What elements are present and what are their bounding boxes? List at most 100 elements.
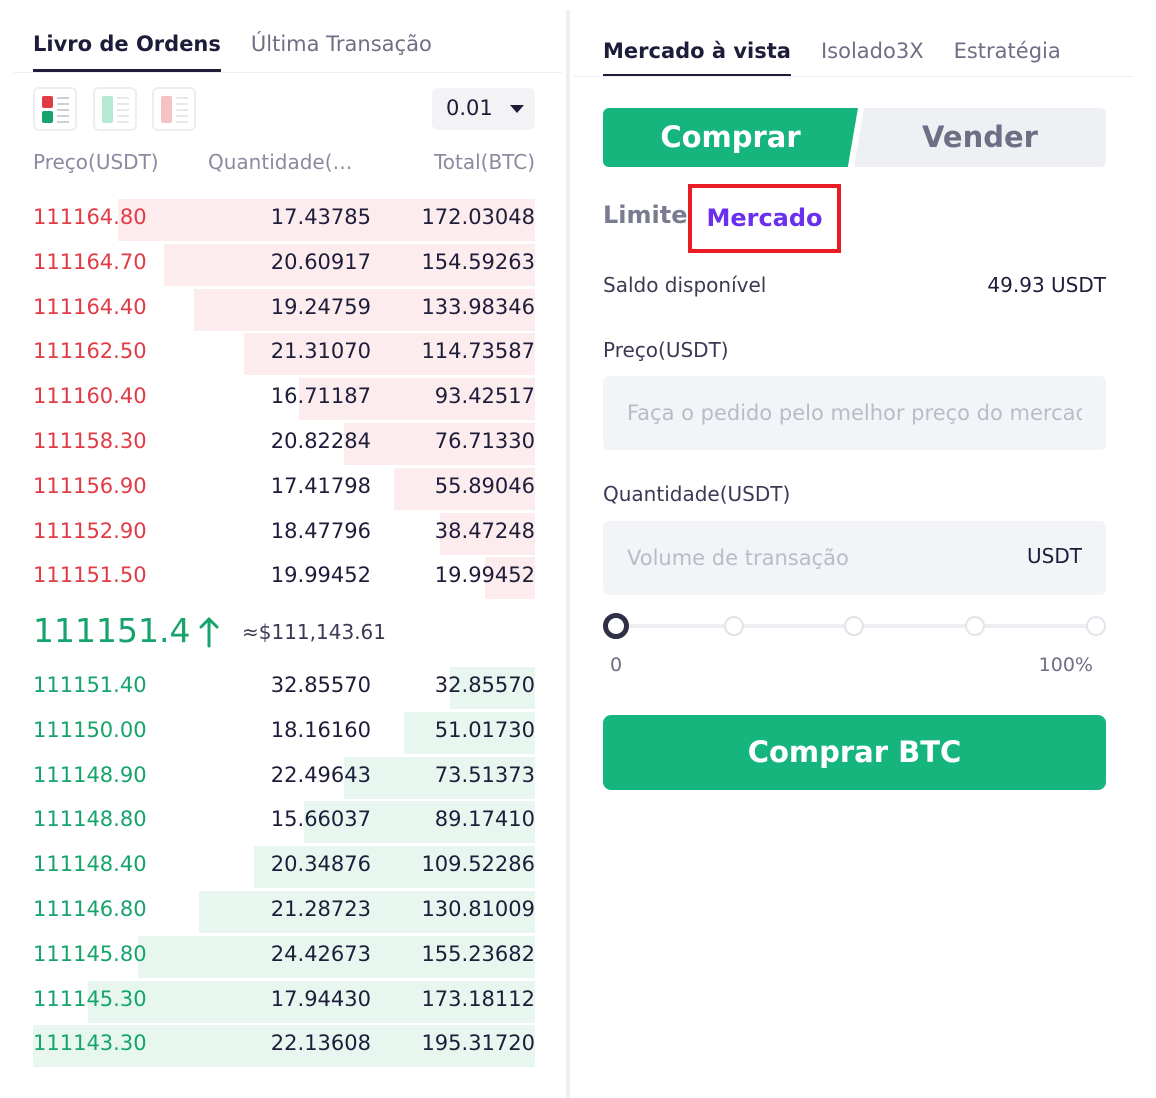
view-both-icon: [42, 96, 53, 108]
ask-price: 111164.70: [33, 249, 147, 274]
slider-min-label: 0: [610, 654, 623, 676]
bid-row[interactable]: 111148.90 22.49643 73.51373: [0, 756, 555, 801]
bid-price: 111148.40: [33, 852, 147, 877]
last-price: 111151.4: [33, 611, 191, 650]
bid-quantity: 18.16160: [270, 717, 371, 742]
bid-total: 173.18112: [421, 986, 535, 1011]
arrow-up-icon: [199, 617, 219, 648]
slider-node-75[interactable]: [965, 616, 985, 636]
bid-row[interactable]: 111148.80 15.66037 89.17410: [0, 800, 555, 845]
trade-tabs-divider: [573, 76, 1133, 77]
bid-row[interactable]: 111145.30 17.94430 173.18112: [0, 980, 555, 1025]
trade-panel: Mercado à vista Isolado3X Estratégia Com…: [570, 0, 1156, 1098]
bid-quantity: 24.42673: [270, 941, 371, 966]
ask-total: 38.47248: [434, 518, 535, 543]
ask-price: 111158.30: [33, 429, 147, 453]
order-type-limit[interactable]: Limite: [603, 201, 688, 229]
ask-total: 172.03048: [421, 205, 535, 229]
order-book-tabs: Livro de Ordens Última Transação: [33, 30, 432, 72]
tab-order-book[interactable]: Livro de Ordens: [33, 30, 221, 72]
ask-quantity: 16.71187: [270, 384, 371, 409]
tab-last-trades[interactable]: Última Transação: [251, 30, 432, 72]
bid-row[interactable]: 111151.40 32.85570 32.85570: [0, 666, 555, 711]
view-asks-button[interactable]: [152, 87, 196, 131]
ask-row[interactable]: 111164.80 17.43785 172.03048: [0, 198, 555, 243]
order-book-tabs-divider: [14, 72, 562, 73]
view-asks-icon: [161, 96, 172, 123]
bid-quantity: 20.34876: [270, 852, 371, 877]
ask-price: 111156.90: [33, 473, 147, 498]
ask-total: 55.89046: [434, 473, 535, 498]
amount-slider[interactable]: [603, 612, 1106, 640]
ask-row[interactable]: 111160.40 16.71187 93.42517: [0, 377, 555, 422]
tab-strategy[interactable]: Estratégia: [954, 37, 1061, 77]
quantity-label: Quantidade(USDT): [603, 482, 791, 506]
slider-max-label: 100%: [1038, 654, 1093, 676]
bid-total: 32.85570: [434, 673, 535, 697]
order-book-panel: Livro de Ordens Última Transação 0.01 Pr…: [0, 0, 562, 1098]
ask-row[interactable]: 111156.90 17.41798 55.89046: [0, 467, 555, 512]
balance-value: 49.93 USDT: [987, 273, 1106, 297]
bid-price: 111145.80: [33, 941, 147, 966]
bid-row[interactable]: 111150.00 18.16160 51.01730: [0, 711, 555, 756]
column-header-total: Total(BTC): [433, 150, 535, 174]
order-type-market[interactable]: Mercado: [688, 184, 841, 253]
bid-price: 111146.80: [33, 897, 147, 921]
tab-spot[interactable]: Mercado à vista: [603, 37, 791, 77]
precision-value: 0.01: [446, 96, 493, 120]
bid-quantity: 17.94430: [270, 986, 371, 1011]
quantity-field-box: USDT: [603, 521, 1106, 595]
column-header-quantity: Quantidade(…: [208, 150, 353, 174]
price-label: Preço(USDT): [603, 338, 729, 362]
precision-select[interactable]: 0.01: [432, 88, 535, 130]
bid-total: 155.23682: [421, 941, 535, 966]
bid-total: 109.52286: [421, 852, 535, 877]
view-bids-icon: [102, 96, 113, 123]
ask-price: 111151.50: [33, 563, 147, 588]
slider-node-25[interactable]: [724, 616, 744, 636]
column-header-price: Preço(USDT): [33, 150, 159, 174]
bid-price: 111150.00: [33, 717, 147, 742]
price-input[interactable]: [603, 376, 1106, 450]
ask-row[interactable]: 111164.40 19.24759 133.98346: [0, 288, 555, 333]
ask-row[interactable]: 111152.90 18.47796 38.47248: [0, 512, 555, 557]
ask-total: 19.99452: [434, 563, 535, 588]
bid-quantity: 21.28723: [270, 897, 371, 921]
bid-total: 51.01730: [434, 717, 535, 742]
ask-total: 114.73587: [421, 339, 535, 364]
ask-row[interactable]: 111164.70 20.60917 154.59263: [0, 243, 555, 288]
bid-row[interactable]: 111145.80 24.42673 155.23682: [0, 935, 555, 980]
ask-quantity: 19.99452: [270, 563, 371, 588]
balance-label: Saldo disponível: [603, 273, 767, 297]
ask-row[interactable]: 111151.50 19.99452 19.99452: [0, 556, 555, 601]
bid-quantity: 15.66037: [270, 807, 371, 832]
bid-row[interactable]: 111148.40 20.34876 109.52286: [0, 845, 555, 890]
view-both-button[interactable]: [33, 87, 77, 131]
bid-total: 73.51373: [434, 762, 535, 787]
bid-row[interactable]: 111143.30 22.13608 195.31720: [0, 1024, 555, 1069]
bid-total: 89.17410: [434, 807, 535, 832]
bid-price: 111151.40: [33, 673, 147, 697]
ask-row[interactable]: 111162.50 21.31070 114.73587: [0, 332, 555, 377]
ask-row[interactable]: 111158.30 20.82284 76.71330: [0, 422, 555, 467]
slider-node-100[interactable]: [1086, 616, 1106, 636]
sell-side-button[interactable]: Vender: [854, 108, 1106, 167]
view-bids-button[interactable]: [93, 87, 137, 131]
ask-quantity: 21.31070: [270, 339, 371, 364]
tab-isolated[interactable]: Isolado3X: [821, 37, 924, 77]
bid-price: 111148.80: [33, 807, 147, 832]
ask-quantity: 17.43785: [270, 205, 371, 229]
buy-btc-button[interactable]: Comprar BTC: [603, 715, 1106, 790]
bid-quantity: 22.49643: [270, 762, 371, 787]
quantity-unit: USDT: [1027, 544, 1082, 568]
bid-price: 111145.30: [33, 986, 147, 1011]
bid-row[interactable]: 111146.80 21.28723 130.81009: [0, 890, 555, 935]
price-field-box: [603, 376, 1106, 450]
ask-total: 154.59263: [421, 249, 535, 274]
bid-quantity: 32.85570: [270, 673, 371, 697]
ask-price: 111162.50: [33, 339, 147, 364]
buy-side-button[interactable]: Comprar: [603, 108, 858, 167]
bid-total: 195.31720: [421, 1031, 535, 1056]
slider-node-50[interactable]: [844, 616, 864, 636]
slider-handle[interactable]: [603, 613, 629, 639]
